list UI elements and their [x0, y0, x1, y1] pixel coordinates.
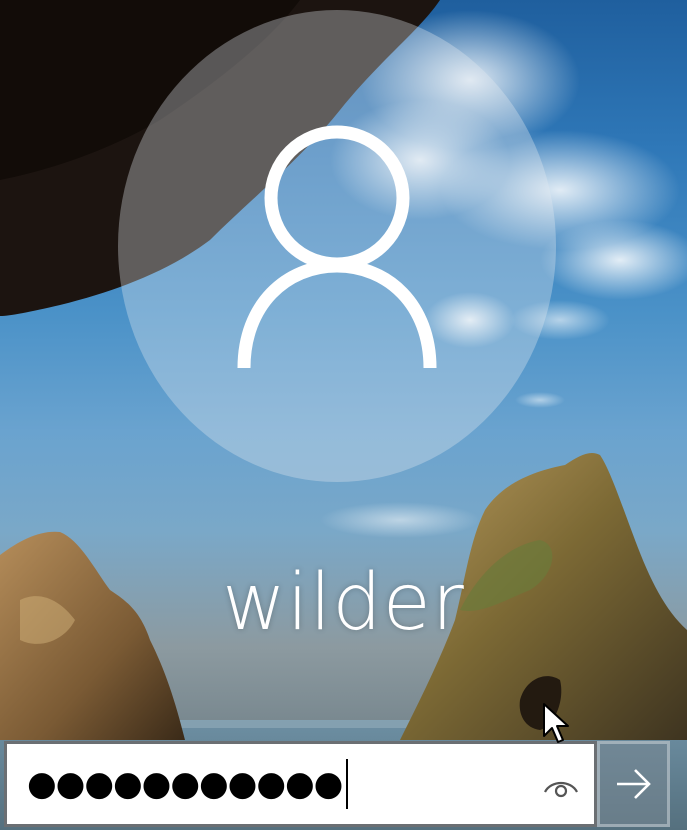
mouse-pointer-icon	[543, 703, 569, 743]
user-avatar	[118, 10, 556, 482]
eye-icon	[544, 781, 578, 798]
username-label: wilder	[222, 558, 465, 648]
lock-screen: wilder ●●●●●●●●●●●	[0, 0, 687, 830]
arrow-right-icon	[616, 769, 651, 799]
text-caret	[346, 759, 349, 809]
reveal-password-button[interactable]	[538, 762, 584, 808]
submit-button[interactable]	[597, 741, 670, 827]
user-icon	[237, 125, 437, 369]
password-masked-value: ●●●●●●●●●●●	[27, 764, 343, 804]
password-row: ●●●●●●●●●●●	[4, 741, 670, 827]
password-field[interactable]: ●●●●●●●●●●●	[4, 741, 597, 827]
